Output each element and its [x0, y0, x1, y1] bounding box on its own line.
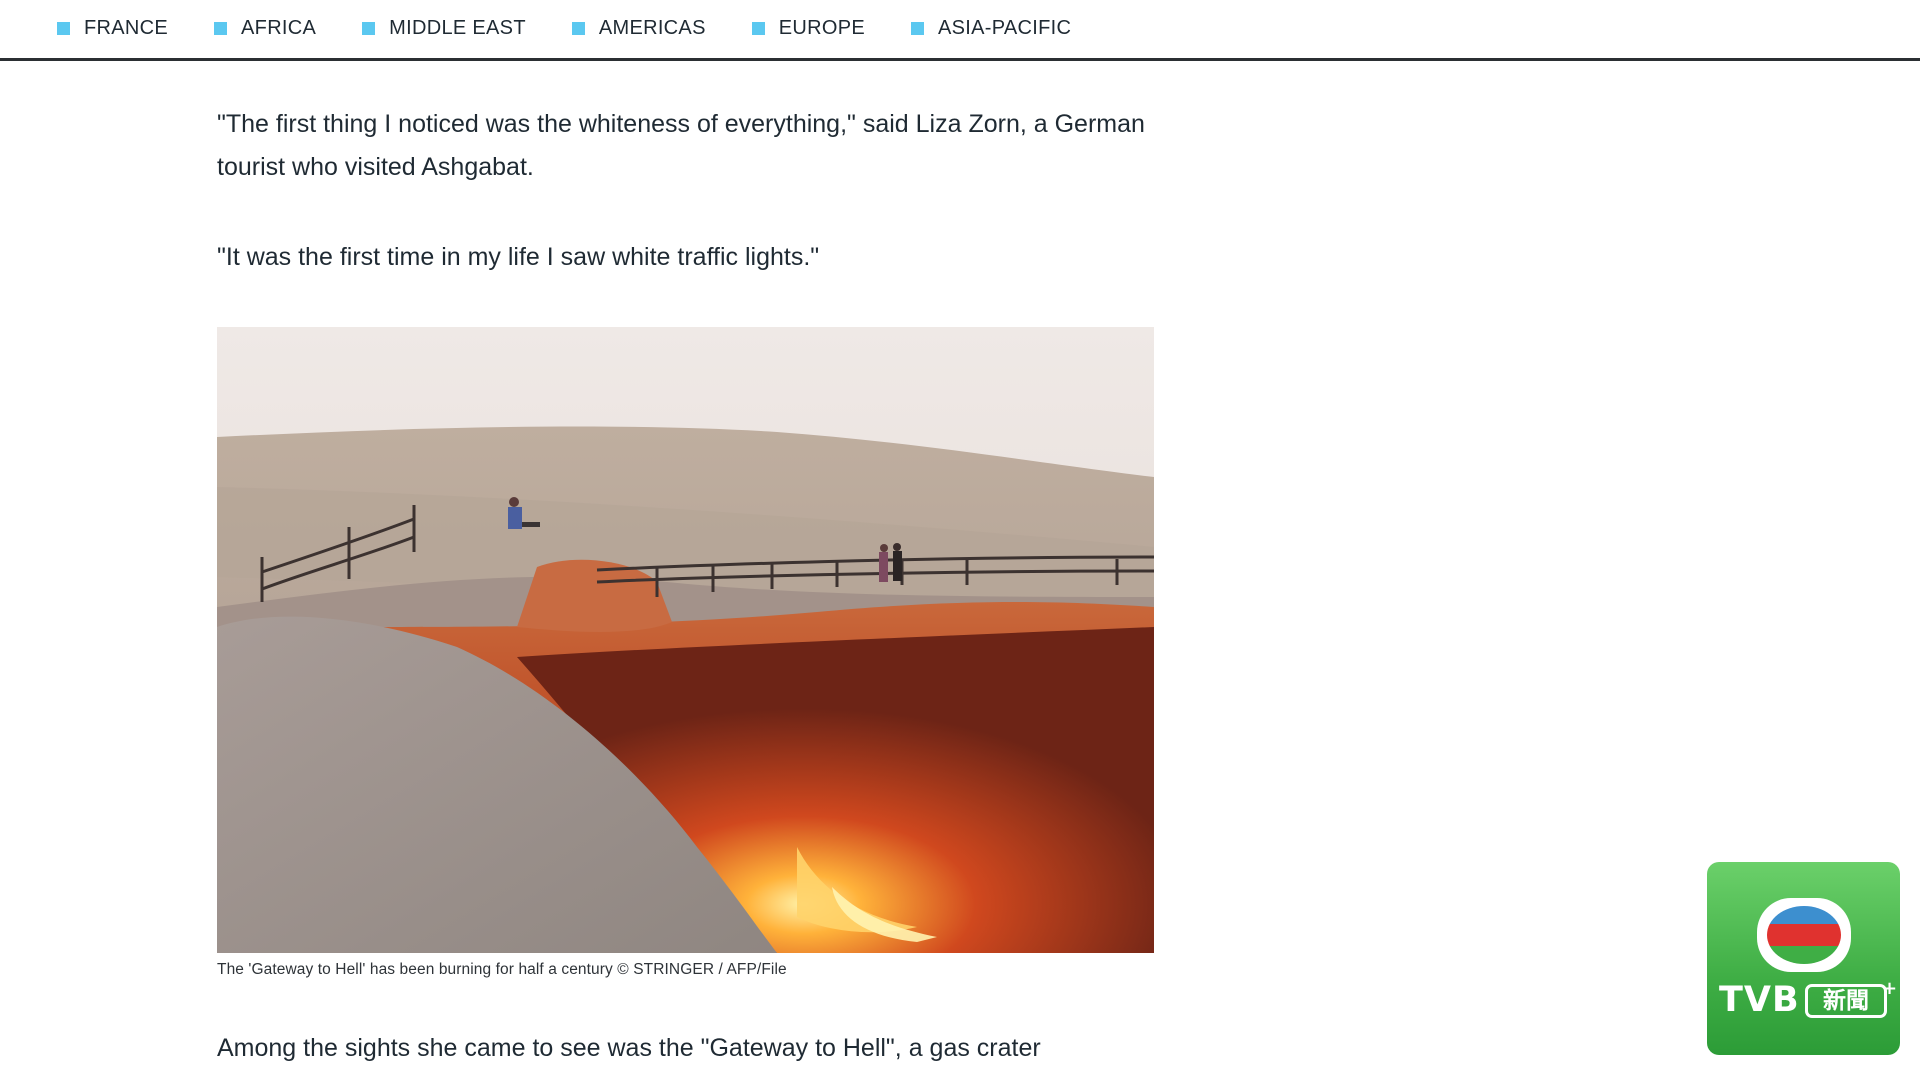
tvb-logo-icon — [1757, 898, 1851, 972]
nav-item-americas[interactable]: AMERICAS — [571, 16, 706, 40]
nav-item-middle-east[interactable]: MIDDLE EAST — [362, 17, 526, 40]
nav-item-europe[interactable]: EUROPE — [751, 16, 865, 40]
photo-caption: The 'Gateway to Hell' has been burning f… — [217, 961, 787, 978]
article-figure: The 'Gateway to Hell' has been burning f… — [217, 327, 1157, 979]
nav-item-label: FRANCE — [84, 16, 169, 39]
tvb-news-label: 新聞 — [1805, 984, 1887, 1018]
gateway-to-hell-photo[interactable] — [217, 327, 1154, 953]
tvb-news-watermark: TVB 新聞 + — [1707, 862, 1900, 1055]
article-paragraph-quote-whiteness: "The first thing I noticed was the white… — [217, 110, 1145, 181]
tvb-brand-text: TVB — [1719, 980, 1800, 1020]
square-bullet-icon — [362, 21, 376, 35]
top-navigation-bar: FRANCE AFRICA MIDDLE EAST AMERICAS EUROP… — [0, 0, 1920, 61]
crater-photo-illustration — [217, 327, 1154, 953]
article-body: "The first thing I noticed was the white… — [217, 103, 1157, 1070]
tvb-plus-sign: + — [1882, 978, 1898, 999]
nav-item-africa[interactable]: AFRICA — [214, 17, 316, 40]
nav-item-label: AFRICA — [241, 16, 317, 39]
nav-item-france[interactable]: FRANCE — [57, 17, 168, 40]
nav-item-label: ASIA-PACIFIC — [937, 16, 1072, 39]
region-nav-list: FRANCE AFRICA MIDDLE EAST AMERICAS EUROP… — [57, 0, 1117, 56]
nav-item-asia-pacific[interactable]: ASIA-PACIFIC — [910, 16, 1072, 40]
square-bullet-icon — [214, 21, 228, 35]
article-paragraph-gateway: Among the sights she came to see was the… — [217, 1034, 1041, 1062]
square-bullet-icon — [910, 21, 924, 35]
square-bullet-icon — [571, 21, 585, 35]
square-bullet-icon — [751, 21, 765, 35]
nav-item-label: MIDDLE EAST — [389, 16, 526, 39]
square-bullet-icon — [57, 21, 70, 35]
nav-item-label: AMERICAS — [598, 16, 706, 39]
article-paragraph-quote-traffic-lights: "It was the first time in my life I saw … — [217, 243, 820, 271]
nav-item-label: EUROPE — [778, 16, 865, 39]
